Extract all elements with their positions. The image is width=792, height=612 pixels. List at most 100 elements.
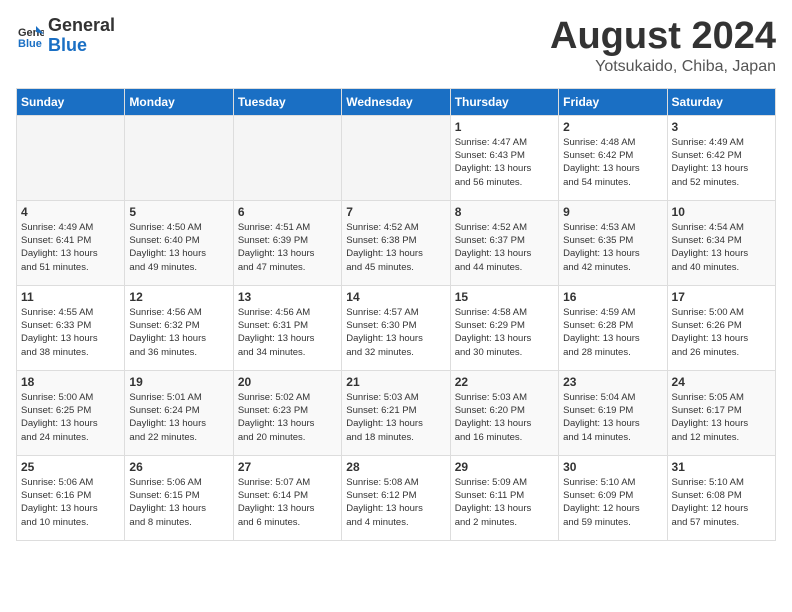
weekday-header: Thursday	[450, 88, 558, 115]
calendar-header-row: SundayMondayTuesdayWednesdayThursdayFrid…	[17, 88, 776, 115]
day-number: 7	[346, 205, 445, 219]
calendar-cell: 10 Sunrise: 4:54 AM Sunset: 6:34 PM Dayli…	[667, 200, 775, 285]
day-number: 26	[129, 460, 228, 474]
day-number: 22	[455, 375, 554, 389]
title-block: August 2024 Yotsukaido, Chiba, Japan	[550, 16, 776, 76]
day-info: Sunrise: 5:01 AM Sunset: 6:24 PM Dayligh…	[129, 391, 228, 444]
day-info: Sunrise: 5:02 AM Sunset: 6:23 PM Dayligh…	[238, 391, 337, 444]
day-number: 10	[672, 205, 771, 219]
day-info: Sunrise: 5:08 AM Sunset: 6:12 PM Dayligh…	[346, 476, 445, 529]
day-info: Sunrise: 5:04 AM Sunset: 6:19 PM Dayligh…	[563, 391, 662, 444]
svg-text:Blue: Blue	[18, 38, 42, 50]
calendar-cell: 13Sunrise: 4:56 AM Sunset: 6:31 PM Dayli…	[233, 285, 341, 370]
calendar-cell: 20 Sunrise: 5:02 AM Sunset: 6:23 PM Dayli…	[233, 370, 341, 455]
calendar-cell: 11 Sunrise: 4:55 AM Sunset: 6:33 PM Dayli…	[17, 285, 125, 370]
day-info: Sunrise: 4:55 AM Sunset: 6:33 PM Dayligh…	[21, 306, 120, 359]
day-number: 17	[672, 290, 771, 304]
day-info: Sunrise: 4:49 AM Sunset: 6:42 PM Dayligh…	[672, 136, 771, 189]
weekday-header: Sunday	[17, 88, 125, 115]
logo: General Blue General Blue	[16, 16, 115, 56]
day-number: 15	[455, 290, 554, 304]
calendar-cell	[125, 115, 233, 200]
calendar-cell: 14 Sunrise: 4:57 AM Sunset: 6:30 PM Dayli…	[342, 285, 450, 370]
calendar-cell: 25Sunrise: 5:06 AM Sunset: 6:16 PM Dayli…	[17, 455, 125, 540]
calendar-cell: 22Sunrise: 5:03 AM Sunset: 6:20 PM Dayli…	[450, 370, 558, 455]
day-number: 9	[563, 205, 662, 219]
weekday-header: Friday	[559, 88, 667, 115]
weekday-header: Monday	[125, 88, 233, 115]
day-info: Sunrise: 5:00 AM Sunset: 6:26 PM Dayligh…	[672, 306, 771, 359]
calendar-cell: 30Sunrise: 5:10 AM Sunset: 6:09 PM Dayli…	[559, 455, 667, 540]
day-number: 16	[563, 290, 662, 304]
day-info: Sunrise: 5:10 AM Sunset: 6:09 PM Dayligh…	[563, 476, 662, 529]
day-info: Sunrise: 4:52 AM Sunset: 6:37 PM Dayligh…	[455, 221, 554, 274]
day-number: 1	[455, 120, 554, 134]
calendar-week-row: 4Sunrise: 4:49 AM Sunset: 6:41 PM Daylig…	[17, 200, 776, 285]
calendar-cell: 28 Sunrise: 5:08 AM Sunset: 6:12 PM Dayli…	[342, 455, 450, 540]
calendar-title: August 2024	[550, 16, 776, 58]
day-number: 19	[129, 375, 228, 389]
day-number: 25	[21, 460, 120, 474]
calendar-cell: 8 Sunrise: 4:52 AM Sunset: 6:37 PM Daylig…	[450, 200, 558, 285]
day-info: Sunrise: 5:03 AM Sunset: 6:21 PM Dayligh…	[346, 391, 445, 444]
day-number: 11	[21, 290, 120, 304]
day-info: Sunrise: 4:57 AM Sunset: 6:30 PM Dayligh…	[346, 306, 445, 359]
day-number: 12	[129, 290, 228, 304]
calendar-cell: 31 Sunrise: 5:10 AM Sunset: 6:08 PM Dayli…	[667, 455, 775, 540]
day-number: 27	[238, 460, 337, 474]
day-info: Sunrise: 4:52 AM Sunset: 6:38 PM Dayligh…	[346, 221, 445, 274]
calendar-cell: 18Sunrise: 5:00 AM Sunset: 6:25 PM Dayli…	[17, 370, 125, 455]
calendar-cell: 12 Sunrise: 4:56 AM Sunset: 6:32 PM Dayli…	[125, 285, 233, 370]
calendar-cell	[342, 115, 450, 200]
page-header: General Blue General Blue August 2024 Yo…	[16, 16, 776, 76]
day-number: 4	[21, 205, 120, 219]
calendar-cell: 15 Sunrise: 4:58 AM Sunset: 6:29 PM Dayli…	[450, 285, 558, 370]
calendar-cell: 21 Sunrise: 5:03 AM Sunset: 6:21 PM Dayli…	[342, 370, 450, 455]
calendar-subtitle: Yotsukaido, Chiba, Japan	[550, 58, 776, 76]
calendar-cell: 3 Sunrise: 4:49 AM Sunset: 6:42 PM Daylig…	[667, 115, 775, 200]
weekday-header: Saturday	[667, 88, 775, 115]
day-info: Sunrise: 5:00 AM Sunset: 6:25 PM Dayligh…	[21, 391, 120, 444]
calendar-table: SundayMondayTuesdayWednesdayThursdayFrid…	[16, 88, 776, 541]
calendar-cell	[17, 115, 125, 200]
day-info: Sunrise: 4:56 AM Sunset: 6:32 PM Dayligh…	[129, 306, 228, 359]
day-number: 23	[563, 375, 662, 389]
calendar-cell: 27 Sunrise: 5:07 AM Sunset: 6:14 PM Dayli…	[233, 455, 341, 540]
calendar-cell: 4Sunrise: 4:49 AM Sunset: 6:41 PM Daylig…	[17, 200, 125, 285]
calendar-cell: 23 Sunrise: 5:04 AM Sunset: 6:19 PM Dayli…	[559, 370, 667, 455]
day-info: Sunrise: 5:10 AM Sunset: 6:08 PM Dayligh…	[672, 476, 771, 529]
day-number: 20	[238, 375, 337, 389]
day-number: 8	[455, 205, 554, 219]
day-info: Sunrise: 4:58 AM Sunset: 6:29 PM Dayligh…	[455, 306, 554, 359]
calendar-cell	[233, 115, 341, 200]
calendar-week-row: 1 Sunrise: 4:47 AM Sunset: 6:43 PM Daylig…	[17, 115, 776, 200]
calendar-cell: 19 Sunrise: 5:01 AM Sunset: 6:24 PM Dayli…	[125, 370, 233, 455]
calendar-week-row: 25Sunrise: 5:06 AM Sunset: 6:16 PM Dayli…	[17, 455, 776, 540]
day-info: Sunrise: 5:09 AM Sunset: 6:11 PM Dayligh…	[455, 476, 554, 529]
calendar-cell: 26Sunrise: 5:06 AM Sunset: 6:15 PM Dayli…	[125, 455, 233, 540]
day-number: 14	[346, 290, 445, 304]
day-number: 28	[346, 460, 445, 474]
day-info: Sunrise: 4:50 AM Sunset: 6:40 PM Dayligh…	[129, 221, 228, 274]
calendar-cell: 9 Sunrise: 4:53 AM Sunset: 6:35 PM Daylig…	[559, 200, 667, 285]
day-number: 24	[672, 375, 771, 389]
calendar-cell: 2Sunrise: 4:48 AM Sunset: 6:42 PM Daylig…	[559, 115, 667, 200]
day-info: Sunrise: 5:05 AM Sunset: 6:17 PM Dayligh…	[672, 391, 771, 444]
day-info: Sunrise: 4:59 AM Sunset: 6:28 PM Dayligh…	[563, 306, 662, 359]
day-number: 21	[346, 375, 445, 389]
day-info: Sunrise: 4:53 AM Sunset: 6:35 PM Dayligh…	[563, 221, 662, 274]
day-number: 5	[129, 205, 228, 219]
day-number: 3	[672, 120, 771, 134]
day-info: Sunrise: 4:47 AM Sunset: 6:43 PM Dayligh…	[455, 136, 554, 189]
calendar-body: 1 Sunrise: 4:47 AM Sunset: 6:43 PM Daylig…	[17, 115, 776, 540]
day-info: Sunrise: 4:54 AM Sunset: 6:34 PM Dayligh…	[672, 221, 771, 274]
calendar-cell: 7 Sunrise: 4:52 AM Sunset: 6:38 PM Daylig…	[342, 200, 450, 285]
logo-icon: General Blue	[16, 22, 44, 50]
calendar-cell: 5 Sunrise: 4:50 AM Sunset: 6:40 PM Daylig…	[125, 200, 233, 285]
day-info: Sunrise: 5:07 AM Sunset: 6:14 PM Dayligh…	[238, 476, 337, 529]
day-number: 6	[238, 205, 337, 219]
day-info: Sunrise: 4:51 AM Sunset: 6:39 PM Dayligh…	[238, 221, 337, 274]
day-number: 2	[563, 120, 662, 134]
weekday-header: Tuesday	[233, 88, 341, 115]
day-number: 31	[672, 460, 771, 474]
